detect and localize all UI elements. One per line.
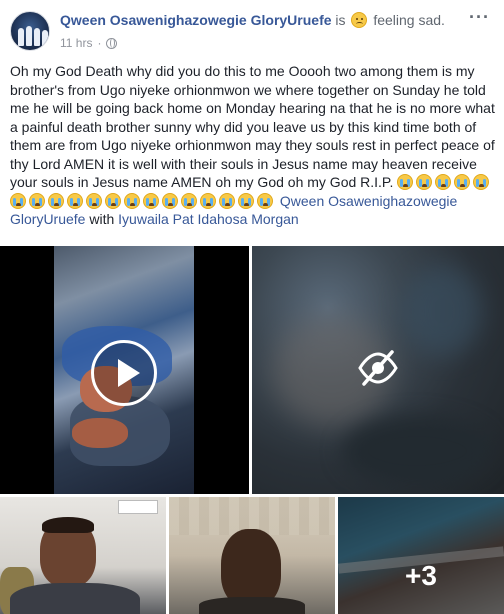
feeling-text: feeling sad. <box>373 12 445 28</box>
crying-face-emoji-icon <box>416 174 433 190</box>
crying-face-emoji-icon <box>10 192 26 209</box>
crying-face-emoji-icon <box>181 192 197 209</box>
crying-face-emoji-icon <box>397 174 414 190</box>
more-photos-thumbnail[interactable]: +3 <box>338 497 504 614</box>
video-thumbnail[interactable] <box>0 246 249 494</box>
crying-face-emoji-icon <box>105 192 121 209</box>
photo-detail <box>42 517 94 533</box>
blurred-detail <box>342 416 492 486</box>
crying-face-emoji-icon <box>454 174 471 190</box>
more-options-icon[interactable]: ··· <box>469 8 490 26</box>
post-body: Oh my God Death why did you do this to m… <box>10 62 496 229</box>
post-timestamp[interactable]: 11 hrs <box>60 36 92 50</box>
crying-face-emoji-icon <box>200 192 216 209</box>
avatar-figure <box>34 28 40 46</box>
crying-face-emoji-icon <box>219 192 235 209</box>
with-text: with <box>89 211 115 227</box>
avatar-figure <box>42 30 48 46</box>
photo-thumbnail[interactable] <box>169 497 335 614</box>
crying-face-emoji-icon <box>473 174 490 190</box>
author-name-link[interactable]: Qween Osawenighazowegie GloryUruefe <box>60 12 332 28</box>
photo-detail <box>10 583 140 614</box>
crying-face-emoji-icon <box>48 192 64 209</box>
post-header: Qween Osawenighazowegie GloryUruefe is f… <box>0 0 504 60</box>
crying-face-emoji-icon <box>162 192 178 209</box>
more-photos-count[interactable]: +3 <box>338 497 504 614</box>
is-text: is <box>335 12 346 28</box>
blurred-detail <box>402 266 482 356</box>
avatar-figure <box>18 28 24 46</box>
globe-icon[interactable] <box>106 37 118 49</box>
media-grid: +3 <box>0 246 504 614</box>
sad-face-emoji-icon <box>351 12 368 28</box>
avatar-figure <box>26 26 32 46</box>
play-icon[interactable] <box>91 340 157 406</box>
post-body-text: Oh my God Death why did you do this to m… <box>10 63 495 190</box>
crying-face-emoji-icon <box>257 192 273 209</box>
crying-face-emoji-icon <box>124 192 140 209</box>
hidden-sensitive-photo[interactable] <box>252 246 504 494</box>
crying-face-emoji-icon <box>29 192 45 209</box>
crying-face-emoji-icon <box>86 192 102 209</box>
photo-detail <box>118 500 158 514</box>
meta-separator: · <box>97 36 102 50</box>
photo-thumbnail[interactable] <box>0 497 166 614</box>
photo-detail <box>199 597 305 614</box>
crying-face-emoji-icon <box>143 192 159 209</box>
photo-detail <box>221 529 281 607</box>
crying-face-emoji-icon <box>238 192 254 209</box>
author-avatar[interactable] <box>10 11 50 51</box>
crying-face-emoji-icon <box>435 174 452 190</box>
crying-face-emoji-icon <box>67 192 83 209</box>
video-frame-detail <box>72 418 128 448</box>
tagged-person-link[interactable]: Iyuwaila Pat Idahosa Morgan <box>118 211 299 227</box>
eye-slash-icon[interactable] <box>356 346 400 390</box>
post-meta: 11 hrs · <box>60 36 118 50</box>
post-author-line: Qween Osawenighazowegie GloryUruefe is f… <box>60 12 445 28</box>
